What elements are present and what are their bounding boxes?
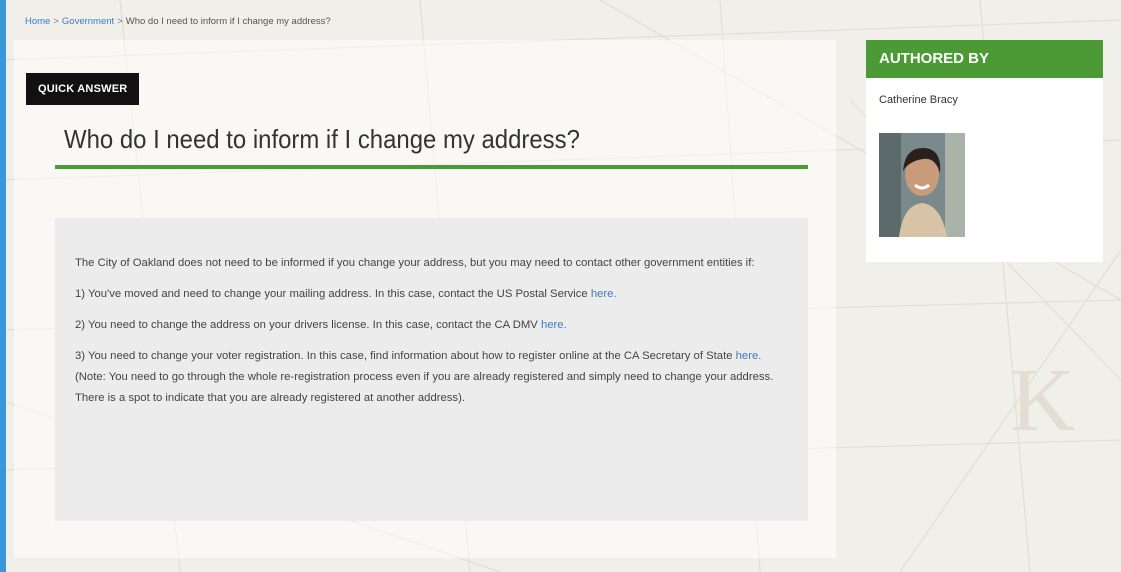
breadcrumb-separator: > [117,16,123,27]
author-photo [879,133,965,237]
breadcrumb: Home > Government > Who do I need to inform … [25,16,331,27]
answer-item-3: 3) You need to change your voter registr… [75,346,788,409]
answer-item-2: 2) You need to change the address on you… [75,315,788,336]
svg-text:K: K [1010,351,1075,450]
answer-item-3-text: 3) You need to change your voter registr… [75,350,736,362]
answer-item-2-text: 2) You need to change the address on you… [75,319,541,331]
breadcrumb-separator: > [53,16,59,27]
answer-item-3-note: (Note: You need to go through the whole … [75,371,774,404]
author-name: Catherine Bracy [879,94,958,106]
left-accent-bar [0,0,6,572]
page-title: Who do I need to inform if I change my a… [64,124,580,154]
answer-item-1: 1) You've moved and need to change your … [75,284,788,305]
answer-intro: The City of Oakland does not need to be … [75,257,755,269]
usps-link[interactable]: here. [591,288,617,300]
secretary-of-state-link[interactable]: here. [736,350,762,362]
title-underline [55,165,808,169]
avatar-icon [879,133,965,237]
breadcrumb-government-link[interactable]: Government [62,16,114,27]
dmv-link[interactable]: here. [541,319,567,331]
answer-box: The City of Oakland does not need to be … [55,218,808,521]
authored-by-header: AUTHORED BY [866,40,1103,78]
quick-answer-badge: QUICK ANSWER [26,73,140,105]
breadcrumb-home-link[interactable]: Home [25,16,50,27]
breadcrumb-current: Who do I need to inform if I change my a… [125,16,331,27]
author-sidebar: AUTHORED BY Catherine Bracy [866,40,1103,262]
answer-item-1-text: 1) You've moved and need to change your … [75,288,591,300]
